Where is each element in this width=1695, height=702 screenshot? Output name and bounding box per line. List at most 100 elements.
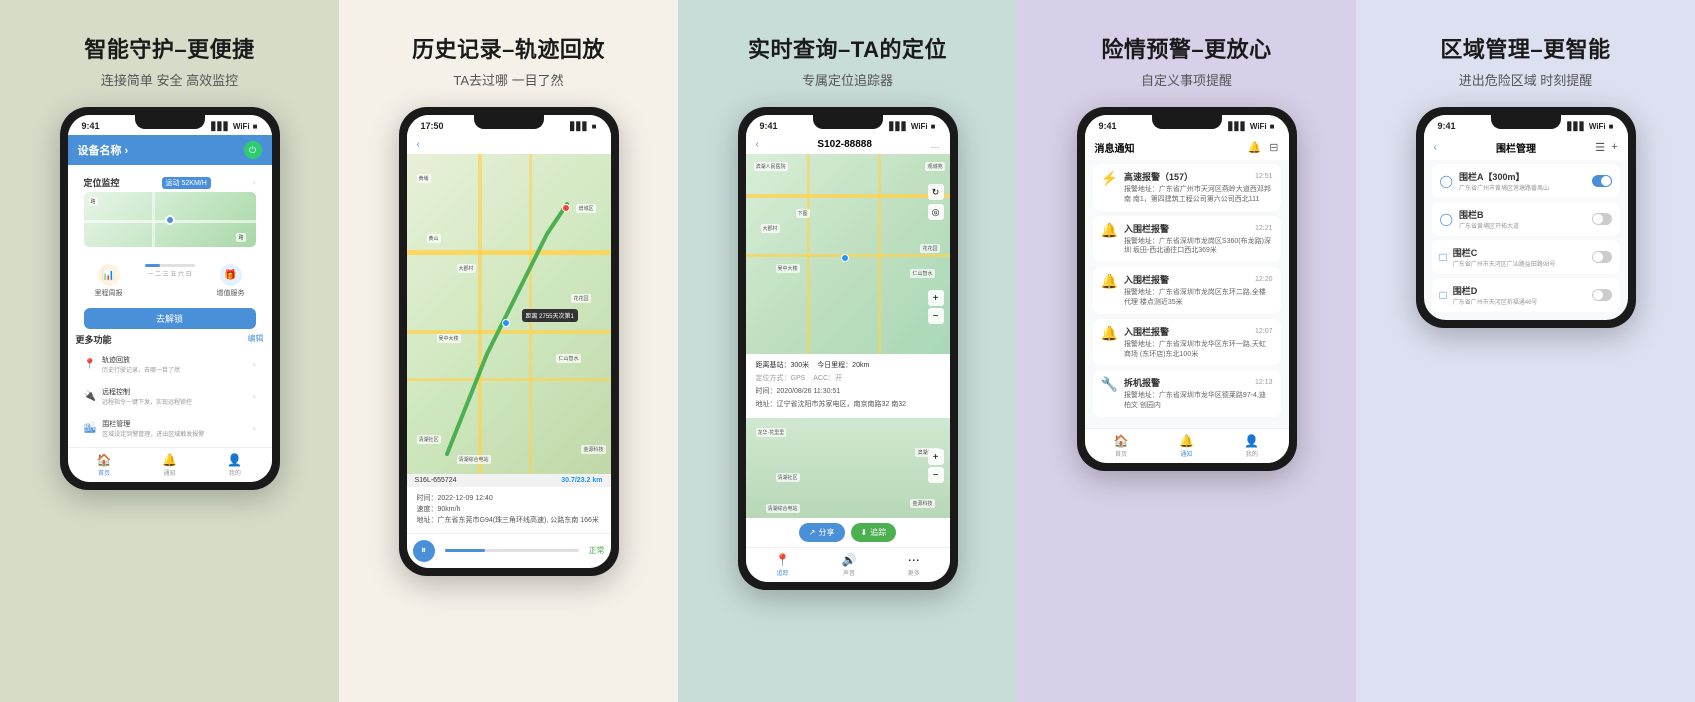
phone2-header: ‹ <box>407 135 611 154</box>
phone3-map-refresh[interactable]: ↻ <box>928 184 944 200</box>
list-icon[interactable]: ☰ <box>1595 141 1605 154</box>
phone3-map-bottom: 龙华·花里里 滨湖综合 清湖社区 金源科技 清湖综合电站 + − <box>746 418 950 518</box>
phone4-screen: 9:41 ▋▋▋WiFi■ 消息通知 🔔 ⊟ ⚡ 高速报警（157） <box>1085 115 1289 463</box>
phone3-map: 滨湖人民医院 观城苑 大郡村 花花园 吴中大楼 仁山智水 下图 ↻ ◎ + − <box>746 154 950 354</box>
phone4-alert4-header: 拆机报警 12:13 <box>1124 376 1273 389</box>
phone5-fence-0[interactable]: ◯ 围栏A【300m】 广东省广州市黄埔区莲塘路番禺山 <box>1432 164 1620 198</box>
phone3-share-btn[interactable]: ↗ 分享 <box>799 523 845 542</box>
phone1-remote-title: 远程控制 <box>102 387 192 397</box>
phone3-map-locate[interactable]: ◎ <box>928 204 944 220</box>
phone1-power-icon[interactable]: ⏻ <box>244 141 262 159</box>
phone4-alert-4[interactable]: 🔧 拆机报警 12:13 报警地址：广东省深圳市龙华区德莱路97-4,迪柏文 创… <box>1093 370 1281 417</box>
phone1-feature-remote[interactable]: 🔌 远程控制 远程指令一键下发，实现远程锁控 › <box>76 382 264 411</box>
fence3-toggle-dot <box>1593 290 1603 300</box>
phone3-map2-plus[interactable]: + <box>928 449 944 465</box>
phone4-nav-home[interactable]: 🏠 首页 <box>1114 434 1129 458</box>
fence1-toggle[interactable] <box>1592 213 1612 225</box>
phone2-label1: 黄埔 <box>417 174 431 183</box>
phone1-header: 设备名称 › ⏻ <box>68 135 272 165</box>
phone1-nav-notify[interactable]: 🔔 通知 <box>162 453 177 477</box>
phone3-pin <box>841 254 849 262</box>
phone3-btn-row: ↗ 分享 ⬇ 追踪 <box>746 518 950 547</box>
fence2-toggle[interactable] <box>1592 251 1612 263</box>
phone4-alert0-icon: ⚡ <box>1101 170 1118 187</box>
phone2-speed: 速度：90km/h <box>417 504 601 515</box>
phone4-alert0-desc: 报警地址：广东省广州市天河区燕岭大道西邓邦南 南1，第四建筑工程公司第六公司西北… <box>1124 185 1273 205</box>
phone1-device-name: 设备名称 › <box>78 142 129 158</box>
phone3-more-btn[interactable]: … <box>931 140 940 150</box>
phone5-status-icons: ▋▋▋WiFi■ <box>1567 122 1613 131</box>
add-icon[interactable]: + <box>1611 141 1617 154</box>
phone3-nav-track[interactable]: 📍 追踪 <box>775 553 790 577</box>
phone1-feature-track[interactable]: 📍 轨迹回放 历史行驶记录，去哪一目了然 › <box>76 350 264 379</box>
phone1-loc-badge: 运动 52KM/H <box>162 177 211 189</box>
bell-nav4-icon: 🔔 <box>1179 434 1194 448</box>
phone4-alert3-time: 12:07 <box>1255 328 1273 335</box>
phone2-label6: 吴中大楼 <box>437 334 461 343</box>
phone3-map-zoom-out[interactable]: − <box>928 308 944 324</box>
phone3-device-id: S102-88888 <box>817 139 872 150</box>
phone5-screen: 9:41 ▋▋▋WiFi■ ‹ 围栏管理 ☰ + ◯ 围栏A【300m】 <box>1424 115 1628 320</box>
panel5-title: 区域管理–更智能 <box>1440 32 1610 64</box>
phone1-nav-profile[interactable]: 👤 我的 <box>227 453 242 477</box>
phone2-notch <box>474 115 544 129</box>
phone3-nav-sound[interactable]: 🔊 声音 <box>841 553 856 577</box>
bell-header-icon[interactable]: 🔔 <box>1248 141 1262 154</box>
phone3-datetime: 时间：2020/08/26 11:30:51 <box>756 386 841 396</box>
phone3-time: 9:41 <box>760 121 778 131</box>
phone3-back-btn[interactable]: ‹ <box>756 139 759 150</box>
phone1-report-service[interactable]: 📊 里程周报 <box>95 264 123 298</box>
filter-icon[interactable]: ⊟ <box>1269 141 1278 154</box>
phone2-pin2 <box>562 204 570 212</box>
phone1-remote-sub: 远程指令一键下发，实现远程锁控 <box>102 397 192 406</box>
phone1-edit-btn[interactable]: 编辑 <box>248 333 264 346</box>
phone4-alert3-header: 入围栏报警 12:07 <box>1124 325 1273 338</box>
phone3-nav-more[interactable]: ⋯ 更多 <box>908 553 920 577</box>
phone2-play-btn[interactable]: ⏸ <box>413 540 435 562</box>
user-icon: 👤 <box>227 453 242 467</box>
fence1-circle-icon: ◯ <box>1440 212 1453 226</box>
phone3-map-zoom-in[interactable]: + <box>928 290 944 306</box>
phone1-location-card: 定位监控 运动 52KM/H › 路 路 <box>76 171 264 252</box>
phone3-nav-sound-label: 声音 <box>843 568 855 577</box>
phone4-alert3-icon: 🔔 <box>1101 325 1118 342</box>
phone5-fence-1[interactable]: ◯ 围栏B 广东省黄埔区开拓大道 <box>1432 202 1620 236</box>
track-nav-icon: 📍 <box>775 553 790 567</box>
phone2-progress[interactable] <box>445 549 579 552</box>
phone4-alert4-content: 拆机报警 12:13 报警地址：广东省深圳市龙华区德莱路97-4,迪柏文 创园内 <box>1124 376 1273 411</box>
phone3-track-btn[interactable]: ⬇ 追踪 <box>851 523 897 542</box>
phone1-feature-fence[interactable]: 🏙 围栏管理 区域设定到警管理，进出区域触发报警 › <box>76 414 264 443</box>
fence3-square-icon: □ <box>1440 288 1447 302</box>
phone1-vip-service[interactable]: 🎁 增值服务 <box>217 264 245 298</box>
panel-smart-guard: 智能守护–更便捷 连接简单 安全 高效监控 9:41 ▋▋▋ WiFi ■ 设备… <box>0 0 339 702</box>
panel3-subtitle: 专属定位追踪器 <box>802 70 893 89</box>
phone4-nav-notify[interactable]: 🔔 通知 <box>1179 434 1194 458</box>
phone5-time: 9:41 <box>1438 121 1456 131</box>
phone4-notch <box>1152 115 1222 129</box>
phone4-alert2-content: 入围栏报警 12:20 报警地址：广东省深圳市龙岗区东环二路,全楼代理 楼点测近… <box>1124 273 1273 308</box>
phone4-alert-1[interactable]: 🔔 入围栏报警 12:21 报警地址：广东省深圳市龙岗区S360(布龙路)深圳 … <box>1093 216 1281 263</box>
phone5-fence-2[interactable]: □ 围栏C 广东省广州市天河区广汕路益田路98号 <box>1432 240 1620 274</box>
phone1-features: 更多功能 编辑 📍 轨迹回放 历史行驶记录，去哪一目了然 › � <box>76 333 264 443</box>
phone4-nav-profile[interactable]: 👤 我的 <box>1244 434 1259 458</box>
phone4-status-icons: ▋▋▋WiFi■ <box>1228 122 1274 131</box>
phone2-status: 正常 <box>589 545 605 556</box>
phone3-map2-minus[interactable]: − <box>928 467 944 483</box>
phone3-today-dist: 今日里程：20km <box>817 360 869 370</box>
phone4-alert-3[interactable]: 🔔 入围栏报警 12:07 报警地址：广东省深圳市龙华区东环一路,天虹商场 (东… <box>1093 319 1281 366</box>
phone1-fence-chevron: › <box>253 424 256 433</box>
phone1-status-icons: ▋▋▋ WiFi ■ <box>211 122 257 131</box>
phone4-alert-0[interactable]: ⚡ 高速报警（157） 12:51 报警地址：广东省广州市天河区燕岭大道西邓邦南… <box>1093 164 1281 211</box>
phone4-alert-2[interactable]: 🔔 入围栏报警 12:20 报警地址：广东省深圳市龙岗区东环二路,全楼代理 楼点… <box>1093 267 1281 314</box>
fence0-toggle[interactable] <box>1592 175 1612 187</box>
phone5-back-btn[interactable]: ‹ <box>1434 142 1437 153</box>
fence3-toggle[interactable] <box>1592 289 1612 301</box>
phone1-nav-home[interactable]: 🏠 首页 <box>97 453 112 477</box>
phone2-back-btn[interactable]: ‹ <box>417 139 420 150</box>
phone1-map: 路 路 <box>84 192 256 247</box>
phone3-nav-track-label: 追踪 <box>777 568 789 577</box>
phone5-header-icons: ☰ + <box>1595 141 1617 154</box>
phone1-unlock-btn[interactable]: 去解锁 <box>84 308 256 329</box>
phone5-fence-3[interactable]: □ 围栏D 广东省广州市天河区祈福通46号 <box>1432 278 1620 312</box>
phone3-gps: 定位方式：GPS <box>756 373 806 383</box>
